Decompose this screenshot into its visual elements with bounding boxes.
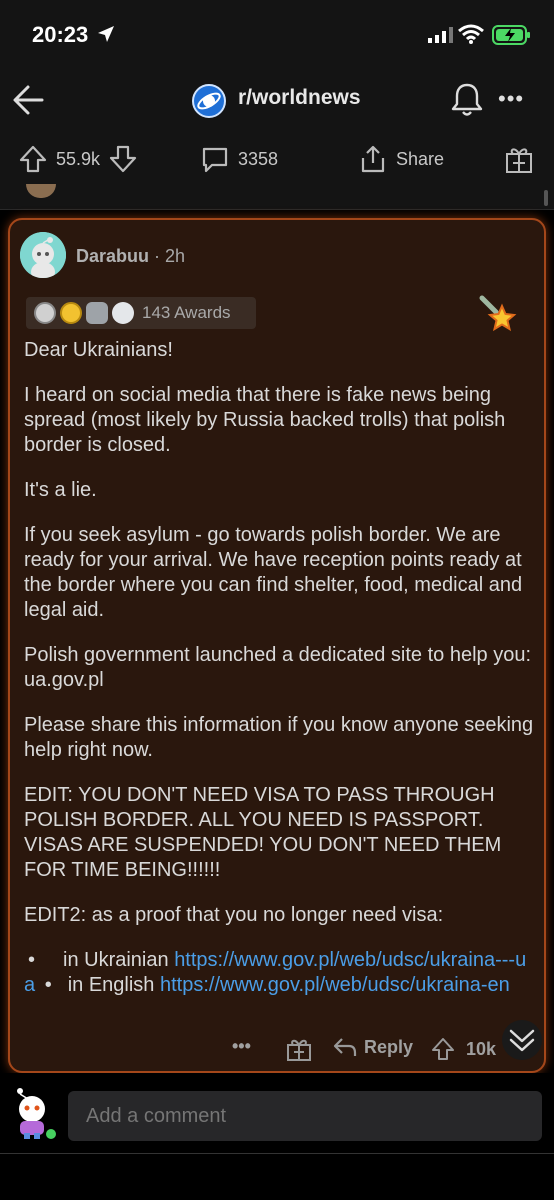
comment-paragraph: If you seek asylum - go towards polish b… <box>24 524 523 621</box>
subreddit-name[interactable]: r/worldnews <box>238 86 361 110</box>
comment-more-button[interactable]: ••• <box>232 1036 251 1057</box>
link-list: • in Ukrainian https://www.gov.pl/web/uds… <box>24 948 534 998</box>
comment-score: 10k <box>466 1038 497 1059</box>
comment-paragraph: Polish government launched a dedicated s… <box>24 644 532 691</box>
upvote-icon[interactable] <box>18 144 48 174</box>
comment-age: 2h <box>165 246 186 266</box>
vote-group: 55.9k <box>18 144 138 174</box>
highlighted-comment: Darabuu · 2h 143 Awards Dear Ukrainians!… <box>8 218 546 1073</box>
cellular-signal-icon <box>428 27 453 43</box>
comment-vote-group: 10k <box>430 1036 496 1062</box>
globe-icon <box>197 92 221 110</box>
comment-paragraph: It's a lie. <box>24 479 97 501</box>
english-link-label: in English <box>67 974 155 996</box>
ukrainian-link-label: in Ukrainian <box>63 949 169 971</box>
comment-count: 3358 <box>238 148 279 169</box>
more-options-icon[interactable]: ••• <box>498 88 524 110</box>
comment-meta: Darabuu · 2h <box>76 246 186 266</box>
author-avatar[interactable] <box>20 232 66 278</box>
collapse-thread-button[interactable] <box>502 1020 542 1060</box>
back-arrow-icon[interactable] <box>8 80 48 120</box>
post-action-bar: 55.9k 3358 Share <box>0 128 554 190</box>
awards-summary[interactable]: 143 Awards <box>26 297 256 329</box>
location-arrow-icon <box>98 26 114 42</box>
reply-button[interactable]: Reply <box>332 1036 413 1058</box>
double-chevron-down-icon <box>509 1029 535 1052</box>
comment-bubble-icon <box>202 147 228 173</box>
online-status-dot <box>44 1127 58 1141</box>
comment-paragraph: EDIT: YOU DON'T NEED VISA TO PASS THROUG… <box>24 784 502 881</box>
comment-author[interactable]: Darabuu <box>76 246 149 266</box>
share-label: Share <box>396 148 445 169</box>
bottom-divider <box>0 1153 554 1154</box>
scrollbar[interactable] <box>544 190 548 206</box>
wholesome-award-icon <box>112 302 134 324</box>
comment-composer <box>0 1073 554 1200</box>
share-icon <box>361 145 385 173</box>
status-time: 20:23 <box>32 22 89 47</box>
notification-bell-icon[interactable] <box>450 82 484 118</box>
subreddit-icon[interactable] <box>192 84 226 118</box>
comment-paragraph: Dear Ukrainians! <box>24 339 173 361</box>
comment-body: Dear Ukrainians! I heard on social media… <box>24 338 534 1018</box>
reply-arrow-icon <box>333 1038 357 1056</box>
add-comment-input[interactable] <box>68 1091 542 1141</box>
award-gift-icon[interactable] <box>286 1036 312 1062</box>
wifi-icon <box>458 24 484 44</box>
nav-bar: r/worldnews ••• <box>0 70 554 128</box>
bullet: • <box>44 974 52 996</box>
bullet: • <box>28 949 36 971</box>
english-link[interactable]: https://www.gov.pl/web/udsc/ukraina-en <box>160 974 510 996</box>
award-gift-icon[interactable] <box>505 144 533 174</box>
comments-button[interactable]: 3358 <box>200 144 278 174</box>
upvote-count: 55.9k <box>56 148 101 169</box>
gold-award-icon <box>60 302 82 324</box>
hugz-award-icon <box>86 302 108 324</box>
silver-award-icon <box>34 302 56 324</box>
awards-count: 143 Awards <box>142 303 231 322</box>
downvote-icon[interactable] <box>108 144 138 174</box>
upvote-icon[interactable] <box>430 1036 456 1062</box>
share-button[interactable]: Share <box>358 144 444 174</box>
status-bar: 20:23 <box>0 0 554 70</box>
comment-paragraph: Please share this information if you kno… <box>24 714 534 761</box>
feed-divider <box>0 184 554 210</box>
snoo-avatar-icon <box>20 232 66 278</box>
comment-paragraph: EDIT2: as a proof that you no longer nee… <box>24 904 444 926</box>
comment-actions: ••• Reply 10k <box>10 1028 548 1068</box>
comment-paragraph: I heard on social media that there is fa… <box>24 384 506 456</box>
reply-label: Reply <box>364 1036 414 1057</box>
previous-avatar <box>26 184 56 198</box>
battery-charging-icon <box>492 25 530 45</box>
shooting-star-award-icon <box>479 295 517 332</box>
